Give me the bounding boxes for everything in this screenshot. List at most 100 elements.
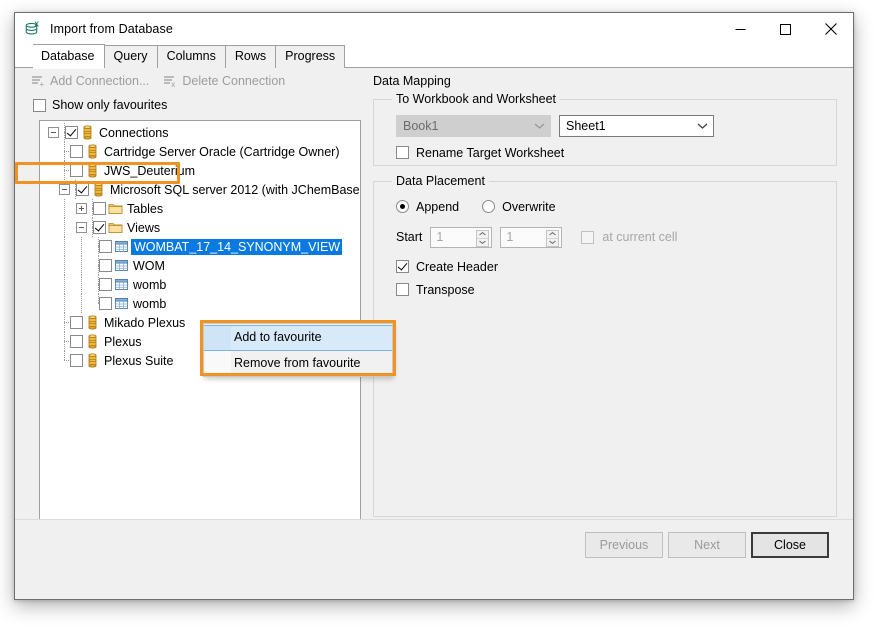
tree-context-menu[interactable]: Add to favourite Remove from favourite (203, 323, 393, 377)
start-column-stepper[interactable]: 1 (500, 227, 562, 248)
stepper-up-icon[interactable] (547, 231, 558, 239)
previous-label: Previous (600, 538, 649, 552)
tab-progress[interactable]: Progress (275, 45, 345, 68)
data-mapping-pane: Data Mapping To Workbook and Worksheet B… (371, 74, 839, 552)
tree-node-cartridge-server-oracle[interactable]: Cartridge Server Oracle (Cartridge Owner… (40, 142, 360, 161)
table-view-icon (114, 239, 129, 254)
rename-target-worksheet-checkbox[interactable] (396, 146, 409, 159)
node-checkbox[interactable] (99, 278, 112, 291)
collapse-icon[interactable] (48, 127, 59, 138)
dialog-footer: Previous Next Close (15, 519, 853, 572)
tree-node-wom[interactable]: WOM (40, 256, 360, 275)
stepper-down-icon[interactable] (477, 239, 488, 246)
at-current-cell-label: at current cell (602, 230, 677, 244)
node-checkbox[interactable] (70, 335, 83, 348)
node-checkbox[interactable] (65, 126, 78, 139)
node-checkbox[interactable] (93, 221, 106, 234)
tab-database[interactable]: Database (33, 44, 105, 68)
transpose-label: Transpose (416, 283, 475, 297)
node-checkbox[interactable] (99, 259, 112, 272)
tab-rows[interactable]: Rows (225, 45, 276, 68)
next-label: Next (694, 538, 720, 552)
stepper-up-icon[interactable] (477, 231, 488, 239)
overwrite-radio[interactable] (482, 200, 495, 213)
node-checkbox[interactable] (70, 164, 83, 177)
tree-line (59, 332, 70, 351)
tree-node-label: womb (133, 297, 166, 311)
tree-node-wombat-17-14-synonym-view[interactable]: WOMBAT_17_14_SYNONYM_VIEW (40, 237, 360, 256)
maximize-icon[interactable] (763, 13, 808, 45)
context-menu-item-add-to-favourite[interactable]: Add to favourite (204, 325, 392, 351)
database-stack-excel-icon: X (24, 20, 42, 38)
tab-query[interactable]: Query (104, 45, 158, 68)
menu-item-label: Add to favourite (234, 330, 322, 344)
node-checkbox[interactable] (93, 202, 106, 215)
delete-connection-button[interactable]: x Delete Connection (163, 74, 285, 88)
delete-connection-icon: x (163, 74, 178, 88)
tree-node-views[interactable]: Views (40, 218, 360, 237)
database-icon (85, 334, 100, 349)
collapse-icon[interactable] (76, 222, 87, 233)
stepper-buttons[interactable] (546, 230, 559, 247)
worksheet-value: Sheet1 (566, 119, 606, 133)
tree-line (59, 313, 70, 332)
tree-node-tables[interactable]: Tables (40, 199, 360, 218)
tree-node-connections[interactable]: Connections (40, 123, 360, 142)
create-header-label: Create Header (416, 260, 498, 274)
append-label: Append (416, 200, 459, 214)
tree-line (59, 237, 76, 256)
node-checkbox[interactable] (70, 316, 83, 329)
database-icon (85, 353, 100, 368)
close-button[interactable]: Close (751, 532, 829, 558)
add-connection-button[interactable]: + Add Connection... (31, 74, 149, 88)
tree-node-label: Plexus Suite (104, 354, 173, 368)
database-icon (80, 125, 95, 140)
collapse-icon[interactable] (59, 184, 70, 195)
database-icon (85, 144, 100, 159)
show-only-favourites-checkbox[interactable] (33, 99, 46, 112)
previous-button[interactable]: Previous (585, 532, 663, 558)
start-row-stepper[interactable]: 1 (430, 227, 492, 248)
stepper-buttons[interactable] (476, 230, 489, 247)
context-menu-item-remove-from-favourite[interactable]: Remove from favourite (204, 351, 392, 375)
tree-line (59, 161, 70, 180)
append-radio[interactable] (396, 200, 409, 213)
start-column-value: 1 (501, 230, 513, 244)
node-checkbox[interactable] (99, 240, 112, 253)
minimize-icon[interactable] (718, 13, 763, 45)
next-button[interactable]: Next (668, 532, 746, 558)
node-checkbox[interactable] (76, 183, 89, 196)
worksheet-dropdown[interactable]: Sheet1 (559, 115, 714, 137)
tree-node-microsoft-sql-server-2012[interactable]: Microsoft SQL server 2012 (with JChemBas… (40, 180, 360, 199)
node-checkbox[interactable] (70, 145, 83, 158)
node-checkbox[interactable] (99, 297, 112, 310)
chevron-down-icon (534, 119, 545, 133)
transpose-checkbox[interactable] (396, 283, 409, 296)
import-from-database-window: X Import from Database (14, 12, 854, 600)
expand-icon[interactable] (76, 203, 87, 214)
create-header-checkbox[interactable] (396, 260, 409, 273)
tree-node-womb-1[interactable]: womb (40, 275, 360, 294)
node-checkbox[interactable] (70, 354, 83, 367)
tree-node-jws-deuterium[interactable]: JWS_Deuterium (40, 161, 360, 180)
database-icon (85, 315, 100, 330)
tree-node-womb-2[interactable]: womb (40, 294, 360, 313)
tree-node-label: womb (133, 278, 166, 292)
table-view-icon (114, 296, 129, 311)
rename-target-worksheet-label: Rename Target Worksheet (416, 146, 564, 160)
svg-text:+: + (40, 80, 45, 88)
add-connection-icon: + (31, 74, 46, 88)
show-only-favourites-row[interactable]: Show only favourites (33, 96, 167, 114)
tree-line (59, 351, 70, 370)
tree-line (76, 294, 93, 313)
stepper-down-icon[interactable] (547, 239, 558, 246)
workbook-dropdown[interactable]: Book1 (396, 115, 551, 137)
window-title: Import from Database (50, 22, 173, 36)
tab-columns[interactable]: Columns (157, 45, 226, 68)
at-current-cell-checkbox[interactable] (581, 231, 594, 244)
add-connection-label: Add Connection... (50, 74, 149, 88)
to-workbook-and-worksheet-group: To Workbook and Worksheet Book1 Sheet1 (373, 92, 837, 166)
data-mapping-title: Data Mapping (373, 74, 839, 88)
svg-text:x: x (172, 80, 176, 88)
close-icon[interactable] (808, 13, 853, 45)
